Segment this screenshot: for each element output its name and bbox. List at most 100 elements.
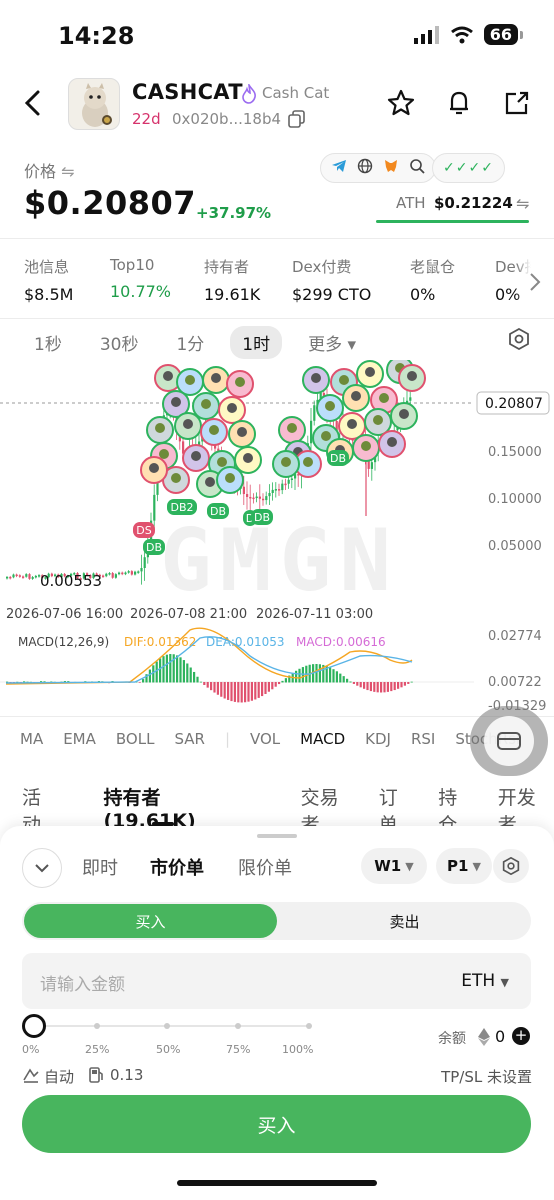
holder-avatar[interactable] <box>226 370 254 398</box>
tf-1h[interactable]: 1时 <box>230 326 283 359</box>
stat-top10[interactable]: Top10 10.77% <box>110 256 171 301</box>
macd-bar <box>346 678 349 683</box>
slider-stop[interactable] <box>164 1023 170 1029</box>
ind-vol[interactable]: VOL <box>250 730 280 748</box>
metamask-icon[interactable] <box>383 158 399 178</box>
trade-marker-label: DB <box>210 505 226 518</box>
ind-sar[interactable]: SAR <box>174 730 204 748</box>
amount-slider-track[interactable] <box>34 1025 310 1027</box>
stat-insiders[interactable]: 老鼠仓 0% <box>410 256 455 304</box>
holder-avatar[interactable] <box>390 402 418 430</box>
holder-avatar[interactable] <box>398 364 426 392</box>
order-type-limit[interactable]: 限价单 <box>238 854 292 880</box>
ind-ema[interactable]: EMA <box>63 730 96 748</box>
swap-icon[interactable]: ⇋ <box>516 194 529 213</box>
holder-avatar[interactable] <box>216 466 244 494</box>
star-icon[interactable] <box>386 88 416 122</box>
order-type-instant[interactable]: 即时 <box>82 854 118 880</box>
trade-marker[interactable]: DB <box>143 539 165 555</box>
holder-avatar[interactable] <box>342 384 370 412</box>
trade-marker[interactable]: DB <box>327 450 349 466</box>
back-icon[interactable] <box>22 88 44 126</box>
collapse-button[interactable] <box>22 848 62 888</box>
ind-ma[interactable]: MA <box>20 730 43 748</box>
ind-rsi[interactable]: RSI <box>411 730 435 748</box>
macd-bar <box>349 681 352 683</box>
balance-value: 0 <box>495 1027 506 1046</box>
trade-marker[interactable]: DB <box>207 503 229 519</box>
token-address: 0x020b...18b4 <box>172 110 282 128</box>
sell-tab[interactable]: 卖出 <box>278 904 531 938</box>
macd-bar <box>216 682 219 695</box>
ind-boll[interactable]: BOLL <box>116 730 155 748</box>
add-funds-icon[interactable]: + <box>512 1027 530 1045</box>
macd-bar <box>332 669 335 683</box>
holder-avatar[interactable] <box>356 360 384 388</box>
amount-field[interactable]: 请输入金额 ETH ▼ <box>22 953 531 1009</box>
preset-select[interactable]: P1 ▼ <box>436 848 492 884</box>
holder-avatar[interactable] <box>272 450 300 478</box>
holder-avatar[interactable] <box>218 396 246 424</box>
bell-icon[interactable] <box>444 88 474 122</box>
macd-bar <box>186 663 189 683</box>
candle <box>153 494 156 521</box>
slider-thumb[interactable] <box>22 1014 46 1038</box>
ind-macd[interactable]: MACD <box>300 730 345 748</box>
holder-avatar[interactable] <box>352 434 380 462</box>
sheet-handle[interactable] <box>257 834 297 838</box>
holder-avatar[interactable] <box>174 412 202 440</box>
ath-label: ATH <box>396 194 426 212</box>
stat-pool[interactable]: 池信息 $8.5M <box>24 256 73 304</box>
tf-more[interactable]: 更多 ▾ <box>296 326 368 359</box>
holder-avatar[interactable] <box>182 444 210 472</box>
globe-icon[interactable] <box>357 158 373 178</box>
share-icon[interactable] <box>502 88 532 122</box>
telegram-icon[interactable] <box>331 158 347 178</box>
chevron-right-icon[interactable] <box>516 256 554 308</box>
holder-avatar[interactable] <box>278 416 306 444</box>
currency-select[interactable]: ETH ▼ <box>461 971 509 991</box>
holder-avatar[interactable] <box>228 420 256 448</box>
holder-avatar[interactable] <box>146 416 174 444</box>
trade-marker[interactable]: DB <box>251 509 273 525</box>
search-icon[interactable] <box>409 158 425 178</box>
tf-1s[interactable]: 1秒 <box>22 326 74 359</box>
tf-30s[interactable]: 30秒 <box>88 326 151 359</box>
holder-avatar[interactable] <box>202 366 230 394</box>
macd-y-tick: 0.00722 <box>488 675 542 690</box>
security-checks[interactable]: ✓✓✓✓ <box>432 153 505 183</box>
price-chart[interactable]: GMGN DSDBDB2 DBD DBDB 0.20807 0.15000 0.10… <box>0 360 554 714</box>
candle <box>265 496 268 501</box>
holder-avatar[interactable] <box>316 394 344 422</box>
tpsl-setting[interactable]: TP/SL 未设置 <box>441 1066 532 1087</box>
settings-icon[interactable] <box>508 327 530 354</box>
trade-marker[interactable]: DB2 <box>167 499 197 515</box>
divider <box>0 716 554 717</box>
holder-avatar[interactable] <box>378 430 406 458</box>
buy-tab[interactable]: 买入 <box>24 904 277 938</box>
candle <box>409 397 412 401</box>
swap-icon[interactable]: ⇋ <box>61 162 74 181</box>
tf-1m[interactable]: 1分 <box>164 326 216 359</box>
gas-value[interactable]: 0.13 <box>110 1066 143 1084</box>
slider-stop[interactable] <box>94 1023 100 1029</box>
floating-assistive-button[interactable] <box>470 706 548 776</box>
ind-kdj[interactable]: KDJ <box>365 730 391 748</box>
stat-holders[interactable]: 持有者 19.61K <box>204 256 260 304</box>
slider-stop[interactable] <box>235 1023 241 1029</box>
holder-avatar[interactable] <box>302 366 330 394</box>
auto-label[interactable]: 自动 <box>44 1066 74 1087</box>
holder-avatar[interactable] <box>200 418 228 446</box>
stat-dex-paid[interactable]: Dex付费 $299 CTO <box>292 256 371 304</box>
order-type-market[interactable]: 市价单 <box>150 854 204 880</box>
trade-marker[interactable]: DS <box>133 522 155 538</box>
copy-icon[interactable] <box>288 110 306 132</box>
slider-stop[interactable] <box>306 1023 312 1029</box>
submit-buy-button[interactable]: 买入 <box>22 1095 531 1153</box>
macd-bar <box>356 682 359 686</box>
order-settings-icon[interactable] <box>493 849 529 883</box>
wallet-select[interactable]: W1 ▼ <box>361 848 427 884</box>
holder-avatar[interactable] <box>234 446 262 474</box>
holder-avatar[interactable] <box>192 392 220 420</box>
holder-avatar[interactable] <box>140 456 168 484</box>
